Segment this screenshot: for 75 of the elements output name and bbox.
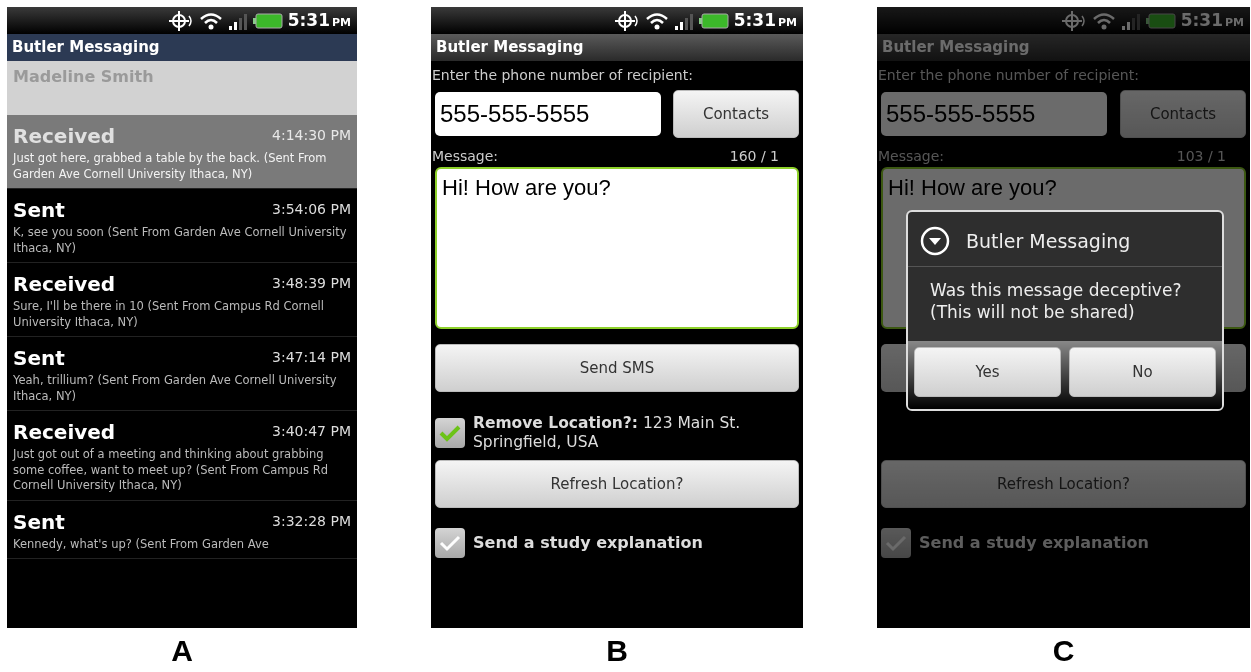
clock-period: PM [332, 14, 351, 31]
message-direction: Sent [13, 199, 65, 222]
message-item[interactable]: Sent 3:32:28 PM Kennedy, what's up? (Sent From Garden Ave [7, 500, 357, 560]
checkbox[interactable] [435, 418, 465, 448]
phone-input[interactable]: 555-555-5555 [435, 92, 661, 136]
message-item[interactable]: Received 3:48:39 PM Sure, I'll be there in 10 (Sent From Campus Rd Cornell University Ithaca, NY) [7, 263, 357, 338]
app-title-bar: Butler Messaging [431, 34, 803, 61]
panel-label: B [606, 636, 628, 666]
clock-period: PM [778, 14, 797, 31]
message-time: 3:32:28 PM [272, 511, 351, 531]
remove-location-label: Remove Location?: 123 Main St. Springfield, USA [473, 414, 742, 452]
message-direction: Received [13, 125, 116, 147]
battery-icon [252, 12, 283, 29]
clock-period: PM [1225, 14, 1244, 31]
recipient-label: Enter the phone number of recipient: [877, 66, 1140, 85]
gps-icon [1060, 9, 1087, 32]
message-time: 3:48:39 PM [272, 274, 351, 294]
study-explanation-label: Send a study explanation [473, 532, 703, 554]
message-body: Just got here, grabbed a table by the back. (Sent From Garden Ave Cornell University Ithaca, NY) [13, 151, 328, 183]
dropdown-icon [920, 226, 950, 256]
battery-icon [698, 12, 729, 29]
refresh-location-button[interactable]: Refresh Location? [435, 460, 799, 508]
wifi-icon [198, 10, 223, 31]
message-time: 3:47:14 PM [272, 348, 351, 368]
dialog-button[interactable]: No [1069, 347, 1216, 398]
signal-icon [1120, 11, 1141, 30]
recipient-label: Enter the phone number of recipient: [431, 66, 694, 85]
message-direction: Sent [13, 347, 65, 370]
message-input[interactable]: Hi! How are you? [435, 167, 799, 329]
gps-icon [167, 9, 194, 32]
app-title-bar: Butler Messaging [877, 34, 1250, 61]
clock-time: 5:31 [1180, 8, 1223, 32]
app-title-bar: Butler Messaging [7, 34, 357, 61]
send-sms-button[interactable]: Send SMS [435, 344, 799, 392]
message-direction: Received [13, 273, 116, 296]
message-time: 4:14:30 PM [272, 126, 351, 145]
dialog-button[interactable]: Yes [914, 347, 1061, 398]
message-body: Yeah, trillium? (Sent From Garden Ave Cornell University Ithaca, NY) [13, 373, 338, 405]
clock-time: 5:31 [287, 8, 330, 32]
checkbox[interactable] [435, 528, 465, 558]
message-body: K, see you soon (Sent From Garden Ave Cornell University Ithaca, NY) [13, 225, 348, 257]
character-counter: 160 / 1 [728, 147, 779, 166]
phone-input[interactable]: 555-555-5555 [881, 92, 1107, 136]
battery-icon [1145, 12, 1176, 29]
panel-label: C [1052, 636, 1075, 666]
character-counter: 103 / 1 [1175, 147, 1226, 166]
dialog-message: Was this message deceptive? (This will not be shared) [929, 279, 1183, 325]
tick-icon [439, 424, 461, 442]
message-body: Kennedy, what's up? (Sent From Garden Ave [13, 536, 270, 553]
message-body: Just got out of a meeting and thinking about grabbing some coffee, want to meet up? (Sent From Campus Rd Cornell University Ithaca, NY) [13, 447, 329, 494]
gps-icon [613, 9, 640, 32]
message-item[interactable]: Sent 3:54:06 PM K, see you soon (Sent From Garden Ave Cornell University Ithaca, NY) [7, 189, 357, 264]
signal-icon [673, 11, 694, 30]
message-label: Message: [431, 147, 499, 166]
contacts-button[interactable]: Contacts [673, 90, 799, 138]
message-item[interactable]: Sent 3:47:14 PM Yeah, trillium? (Sent From Garden Ave Cornell University Ithaca, NY) [7, 337, 357, 412]
study-explanation-label: Send a study explanation [919, 532, 1149, 554]
message-time: 3:40:47 PM [272, 422, 351, 442]
tick-icon [439, 534, 461, 552]
message-item[interactable]: Received 4:14:30 PM Just got here, grabbed a table by the back. (Sent From Garden Ave Cornell University Ithaca, NY) [7, 115, 357, 190]
message-time: 3:54:06 PM [272, 200, 351, 220]
message-direction: Sent [13, 510, 65, 533]
dialog-title: Butler Messaging [966, 228, 1131, 254]
clock-time: 5:31 [733, 8, 776, 32]
contact-name: Madeline Smith [7, 61, 357, 115]
message-label: Message: [877, 147, 945, 166]
message-direction: Received [13, 421, 116, 444]
message-body: Sure, I'll be there in 10 (Sent From Campus Rd Cornell University Ithaca, NY) [13, 299, 325, 331]
message-item[interactable]: Received 3:40:47 PM Just got out of a meeting and thinking about grabbing some coffee, want to meet up? (Sent From Campus Rd Cornell University Ithaca, NY) [7, 411, 357, 501]
wifi-icon [644, 10, 669, 31]
wifi-icon [1091, 10, 1116, 31]
checkbox[interactable] [881, 528, 911, 558]
signal-icon [227, 11, 248, 30]
panel-label: A [171, 636, 193, 666]
tick-icon [885, 534, 907, 552]
